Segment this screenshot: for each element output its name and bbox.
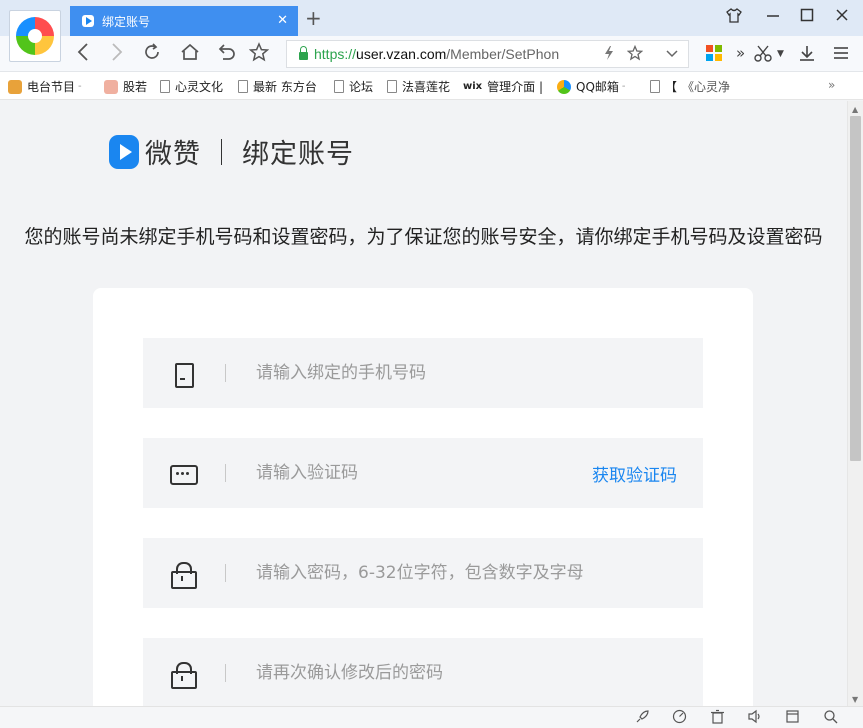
dropdown-chevron-icon[interactable] xyxy=(665,45,679,64)
bookmark-label: 电台节目 xyxy=(27,80,76,94)
url-path: /Member/SetPhon xyxy=(446,46,560,62)
browser-navbar: https:// user.vzan.com /Member/SetPhon »… xyxy=(0,36,863,72)
scroll-up-icon[interactable]: ▲ xyxy=(852,105,858,114)
url-host: user.vzan.com xyxy=(356,46,447,62)
vertical-scrollbar[interactable]: ▲ ▼ xyxy=(847,101,863,706)
bookmark-label: 股若 xyxy=(123,80,148,94)
qq-mail-icon xyxy=(557,79,571,94)
speed-icon[interactable] xyxy=(672,709,687,728)
bookmark-label: 法喜莲花 xyxy=(402,80,451,94)
scrollbar-thumb[interactable] xyxy=(850,116,861,461)
bind-form-card: 获取验证码 xyxy=(93,288,753,706)
status-bar xyxy=(0,706,863,728)
browser-tab[interactable]: 绑定账号 ✕ xyxy=(70,6,298,36)
header-divider xyxy=(221,138,222,165)
code-input[interactable] xyxy=(256,463,586,483)
maximize-icon[interactable] xyxy=(800,8,814,26)
bookmark-label: 心灵文化 xyxy=(175,80,224,94)
bookmark-item[interactable]: 最新 东方台 xyxy=(238,78,317,95)
address-bar[interactable]: https:// user.vzan.com /Member/SetPhon xyxy=(286,40,689,68)
page-icon xyxy=(650,80,660,93)
bookmark-item[interactable]: 法喜莲花 xyxy=(387,78,450,95)
bookmark-icon xyxy=(104,79,118,94)
wix-logo-icon: wix xyxy=(463,81,483,92)
bookmark-item[interactable]: 心灵文化 xyxy=(160,78,223,95)
page-icon xyxy=(160,80,170,93)
bookmark-item[interactable]: QQ邮箱 - xyxy=(557,78,626,95)
bookmark-label: 最新 东方台 xyxy=(253,80,317,94)
confirm-password-input[interactable] xyxy=(256,663,586,683)
rocket-icon[interactable] xyxy=(635,709,650,728)
page-title: 绑定账号 xyxy=(242,139,354,170)
scroll-down-icon[interactable]: ▼ xyxy=(852,695,858,704)
volume-icon[interactable] xyxy=(747,709,762,728)
phone-field xyxy=(143,338,703,408)
more-icon[interactable]: » xyxy=(736,44,745,62)
home-icon[interactable] xyxy=(180,42,200,67)
scissors-icon[interactable] xyxy=(754,44,772,66)
page-icon xyxy=(238,80,248,93)
phone-icon xyxy=(169,360,195,388)
page-content: 微赞 绑定账号 您的账号尚未绑定手机号码和设置密码，为了保证您的账号安全，请你绑… xyxy=(0,101,847,706)
undo-icon[interactable] xyxy=(216,42,236,67)
bookmark-item[interactable]: 电台节目 - xyxy=(8,78,82,95)
bookmark-item[interactable]: 《心灵净 xyxy=(682,78,730,95)
bookmark-item[interactable]: 论坛 xyxy=(334,78,373,95)
lightning-icon[interactable] xyxy=(603,45,615,64)
url-protocol: https:// xyxy=(314,46,357,62)
phone-input[interactable] xyxy=(256,363,586,383)
bookmarks-more-icon[interactable]: » xyxy=(828,78,835,92)
get-code-button[interactable]: 获取验证码 xyxy=(592,461,677,486)
vzan-favicon-icon xyxy=(82,15,94,27)
verification-code-icon xyxy=(169,460,198,486)
bookmark-item[interactable]: 【 xyxy=(650,78,677,95)
password-input[interactable] xyxy=(256,563,586,583)
page-icon xyxy=(387,80,397,93)
zoom-icon[interactable] xyxy=(823,709,838,728)
bookmark-item[interactable]: wix 管理介面 | xyxy=(463,78,543,95)
page-icon xyxy=(334,80,344,93)
confirm-password-field xyxy=(143,638,703,706)
field-separator xyxy=(225,364,226,382)
forward-icon[interactable] xyxy=(110,42,124,67)
radio-icon xyxy=(8,79,22,94)
field-separator xyxy=(225,564,226,582)
apps-icon[interactable] xyxy=(706,45,722,61)
code-field: 获取验证码 xyxy=(143,438,703,508)
window-icon[interactable] xyxy=(785,709,800,728)
close-icon[interactable] xyxy=(835,8,849,26)
field-separator xyxy=(225,664,226,682)
new-tab-button[interactable]: + xyxy=(305,6,322,30)
download-icon[interactable] xyxy=(798,44,816,66)
tab-title: 绑定账号 xyxy=(102,14,151,29)
scissors-dropdown-icon[interactable]: ▼ xyxy=(777,49,784,59)
password-field xyxy=(143,538,703,608)
refresh-icon[interactable] xyxy=(142,42,162,67)
bookmark-label: QQ邮箱 xyxy=(576,80,619,94)
trash-icon[interactable] xyxy=(710,709,725,728)
minimize-icon[interactable] xyxy=(766,8,780,26)
secure-lock-icon xyxy=(299,46,308,60)
bookmark-item[interactable]: 股若 xyxy=(104,78,147,95)
menu-icon[interactable] xyxy=(832,44,850,66)
shirt-icon[interactable] xyxy=(726,8,742,27)
field-separator xyxy=(225,464,226,482)
bookmarks-bar: 电台节目 - 股若 心灵文化 最新 东方台 论坛 法喜莲花 wix 管理介面 | … xyxy=(0,72,863,100)
bookmark-label: 【 xyxy=(665,80,678,94)
lock-icon xyxy=(169,560,197,589)
browser-logo[interactable] xyxy=(9,10,61,62)
tab-close-icon[interactable]: ✕ xyxy=(277,13,288,28)
star-icon[interactable] xyxy=(248,42,270,67)
vzan-logo-icon xyxy=(109,134,139,169)
lock-icon xyxy=(169,660,197,689)
brand-name: 微赞 xyxy=(145,139,201,170)
back-icon[interactable] xyxy=(76,42,90,67)
favorite-star-icon[interactable] xyxy=(626,44,644,64)
bookmark-label: 管理介面 | xyxy=(487,80,543,94)
bookmark-label: 论坛 xyxy=(349,80,374,94)
notice-text: 您的账号尚未绑定手机号码和设置密码，为了保证您的账号安全，请你绑定手机号码及设置… xyxy=(24,226,823,248)
browser-titlebar: 绑定账号 ✕ + xyxy=(0,0,863,36)
bookmark-label: 《心灵净 xyxy=(682,80,731,94)
header: 微赞 绑定账号 xyxy=(109,132,354,171)
